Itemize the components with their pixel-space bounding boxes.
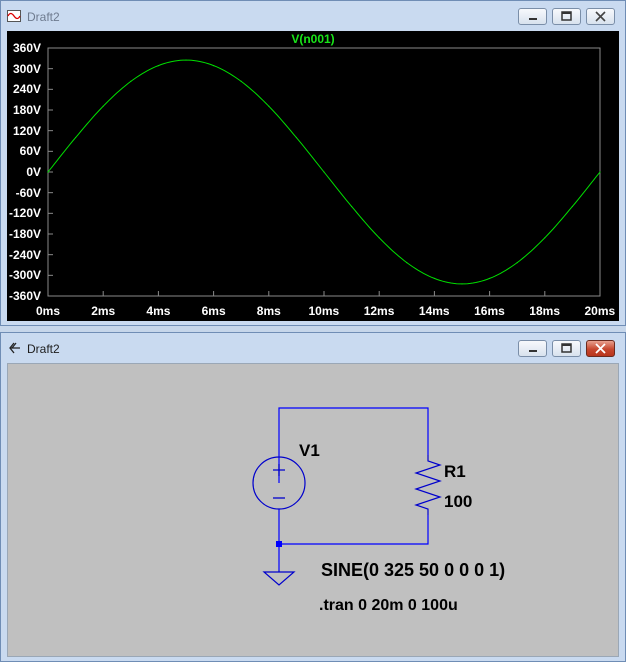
trace-point [268, 105, 270, 107]
plot-window: Draft2 V(n001) 360V 300V 240V 180V 120V 60V 0V… [0, 0, 626, 326]
maximize-button[interactable] [552, 340, 581, 357]
simulation-directive[interactable]: .tran 0 20m 0 100u [319, 597, 458, 615]
trace-point [351, 205, 353, 208]
trace-point [461, 283, 463, 285]
trace-point [489, 277, 491, 280]
trace-point [323, 171, 325, 173]
resistor-value-label[interactable]: 100 [444, 492, 472, 512]
trace-point [240, 80, 242, 83]
close-button[interactable] [586, 8, 615, 25]
minimize-button[interactable] [518, 8, 547, 25]
resistor-symbol[interactable] [414, 455, 442, 515]
trace-point [378, 237, 380, 239]
trace-point [544, 237, 546, 239]
plot-window-title: Draft2 [27, 10, 60, 24]
plot-window-titlebar[interactable]: Draft2 [1, 1, 625, 31]
trace-point [406, 261, 408, 264]
restore-icon [561, 11, 572, 21]
resistor-name-label[interactable]: R1 [444, 462, 466, 482]
trace-point [599, 171, 601, 173]
trace-point [130, 80, 132, 83]
trace-point [75, 136, 77, 139]
close-icon [595, 11, 606, 22]
circuit-wires[interactable] [278, 407, 429, 570]
source-spec-label[interactable]: SINE(0 325 50 0 0 0 1) [321, 560, 505, 581]
source-name-label[interactable]: V1 [299, 441, 320, 461]
trace-point [102, 105, 104, 107]
plot-canvas [47, 47, 601, 297]
junction-node[interactable] [276, 541, 282, 547]
waveform-app-icon [7, 10, 21, 22]
circuit-drawing [252, 407, 442, 586]
minimize-icon [529, 350, 537, 352]
restore-icon [561, 343, 572, 353]
minimize-button[interactable] [518, 340, 547, 357]
trace-point [47, 171, 49, 173]
trace-point [213, 64, 215, 67]
trace-point [185, 59, 187, 61]
trace-point [516, 261, 518, 264]
close-icon [595, 343, 606, 354]
ground-symbol[interactable] [262, 570, 296, 586]
schematic-window-titlebar[interactable]: Draft2 [1, 333, 625, 363]
trace-point [157, 64, 159, 67]
schematic-window-title: Draft2 [27, 342, 60, 356]
maximize-button[interactable] [552, 8, 581, 25]
schematic-window: Draft2 V1 R1 100 SINE(0 325 50 0 0 0 1) … [0, 332, 626, 662]
schematic-canvas[interactable]: V1 R1 100 SINE(0 325 50 0 0 0 1) .tran 0… [7, 363, 619, 657]
trace-point [295, 136, 297, 139]
waveform-plot[interactable]: V(n001) 360V 300V 240V 180V 120V 60V 0V -60V -12… [7, 31, 619, 321]
minimize-icon [529, 18, 537, 20]
trace-point [571, 205, 574, 208]
schematic-app-icon [9, 342, 20, 354]
close-button[interactable] [586, 340, 615, 357]
trace-point [433, 277, 435, 280]
